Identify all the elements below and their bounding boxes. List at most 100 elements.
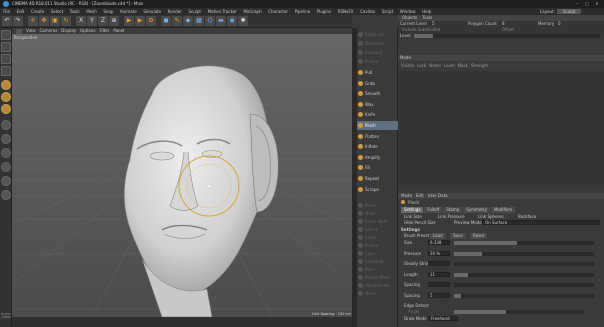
menu-cavitas[interactable]: Cavitas [357,8,378,15]
tweak-mode-icon[interactable] [1,134,11,144]
y-axis-icon[interactable]: Y [87,16,97,26]
enable-axis-icon[interactable] [1,120,11,130]
menu-sculpt[interactable]: Sculpt [185,8,204,15]
menu-tools[interactable]: Tools [66,8,82,15]
level-slider[interactable] [414,34,600,38]
brush-inflate[interactable]: Inflate [357,142,398,151]
menu-simulate[interactable]: Simulate [140,8,164,15]
brush-smooth[interactable]: Smooth [357,89,398,98]
brush-decrease[interactable]: Decrease [357,39,398,48]
column-visible[interactable]: Visible [401,63,414,68]
attr-menu-edit[interactable]: Edit [416,193,424,199]
menu-help[interactable]: Help [419,8,435,15]
param-slider[interactable] [454,283,594,287]
pen-icon[interactable]: ✎ [172,16,182,26]
menu-create[interactable]: Create [28,8,48,15]
brush-subdivide[interactable]: Subdivide [357,30,398,39]
param-slider[interactable] [454,241,594,245]
render-picture-viewer-icon[interactable]: ▶ [135,16,145,26]
brush-knife[interactable]: Knife [357,110,398,119]
rotate-icon[interactable]: ↻ [61,16,71,26]
layer-list[interactable] [398,71,604,187]
texture-mode-icon[interactable] [1,54,11,64]
cube-icon[interactable]: ◼ [161,16,171,26]
brush-fill[interactable]: Fill [357,163,398,172]
draw-mode-select[interactable]: Freehand [428,316,458,321]
param-slider[interactable] [454,251,594,256]
brush-amplify[interactable]: Amplify [357,153,398,162]
lock-workplane-icon[interactable] [1,162,11,172]
points-mode-icon[interactable] [1,80,11,90]
tab-falloff[interactable]: Falloff [424,207,443,213]
reset-button[interactable]: Reset [470,233,488,239]
param-field[interactable]: 6.338 [428,240,450,245]
array-icon[interactable]: ▦ [194,16,204,26]
brush-wax[interactable]: Wax [357,100,398,109]
viewport-nav-icon[interactable] [16,28,22,34]
menu-select[interactable]: Select [48,8,67,15]
column-mask[interactable]: Mask [458,63,468,68]
param-field[interactable] [428,261,450,266]
minimize-button[interactable]: – [572,1,582,7]
brush-repeat[interactable]: Repeat [357,174,398,183]
solo-mode-icon[interactable] [1,190,11,200]
hide-pencil-size-option[interactable]: Hide Pencil Size [404,220,436,226]
camera-icon[interactable]: ◉ [227,16,237,26]
menu-edit[interactable]: Edit [13,8,27,15]
layout-selector[interactable]: Layout: Sculpt [540,8,582,15]
tab-stamp[interactable]: Stamp [443,207,463,213]
param-slider[interactable] [454,262,594,266]
brush-scrape[interactable]: Scrape [357,185,398,194]
render-settings-icon[interactable]: ⚙ [146,16,156,26]
column-name[interactable]: Name [429,63,441,68]
undo-icon[interactable]: ↶ [2,16,12,26]
column-level[interactable]: Level [444,63,455,68]
polygons-mode-icon[interactable] [1,104,11,114]
x-axis-icon[interactable]: X [76,16,86,26]
param-field[interactable]: 11 [428,271,450,277]
snap-icon[interactable] [1,148,11,158]
menu-pipeline[interactable]: Pipeline [291,8,313,15]
edges-mode-icon[interactable] [1,92,11,102]
tab-modifiers[interactable]: Modifiers [490,207,516,213]
column-lock[interactable]: Lock [417,63,426,68]
menu-script[interactable]: Script [378,8,396,15]
save-button[interactable]: Save [450,233,466,239]
sculpt-mode-icon[interactable] [1,176,11,186]
deformer-icon[interactable]: ⌬ [205,16,215,26]
menu-file[interactable]: File [0,8,13,15]
live-select-icon[interactable]: ✛ [28,16,38,26]
preview-mode-select[interactable]: On Surface [482,220,600,225]
param-slider[interactable] [454,272,594,277]
menu-rsnofx[interactable]: RSNoFX [334,8,356,15]
column-strength[interactable]: Strength [471,63,488,68]
param-slider[interactable] [454,293,594,298]
viewport[interactable]: Perspective Grid Spacing : 100 cm [12,34,352,317]
model-mode-icon[interactable] [1,42,11,52]
brush-increase[interactable]: Increase [357,48,398,57]
subdivision-icon[interactable]: ◆ [183,16,193,26]
param-field[interactable]: 5 [428,292,450,298]
tools-menu-label[interactable]: Tools [418,15,432,20]
workplane-icon[interactable] [1,66,11,76]
brush-flatten[interactable]: Flatten [357,132,398,141]
light-icon[interactable]: ✺ [238,16,248,26]
param-field[interactable]: 20 % [428,250,450,256]
tool-mirror[interactable]: Mirror [357,289,398,298]
object-menu-label[interactable]: Objects [398,15,417,20]
menu-motion-tracker[interactable]: Motion Tracker [204,8,240,15]
menu-snap[interactable]: Snap [100,8,117,15]
attr-menu-mode[interactable]: Mode [401,193,412,199]
tab-settings[interactable]: Settings [401,207,424,213]
render-view-icon[interactable]: ▶ [124,16,134,26]
brush-grab[interactable]: Grab [357,79,398,88]
attr-menu-user-data[interactable]: User Data [428,193,448,199]
z-axis-icon[interactable]: Z [98,16,108,26]
edge-angle-slider[interactable] [454,310,584,314]
brush-pinch[interactable]: Pinch [357,121,398,130]
menu-render[interactable]: Render [164,8,185,15]
layout-value[interactable]: Sculpt [556,9,582,14]
menu-animate[interactable]: Animate [117,8,140,15]
maximize-button[interactable]: □ [582,1,592,7]
param-field[interactable] [428,282,450,287]
